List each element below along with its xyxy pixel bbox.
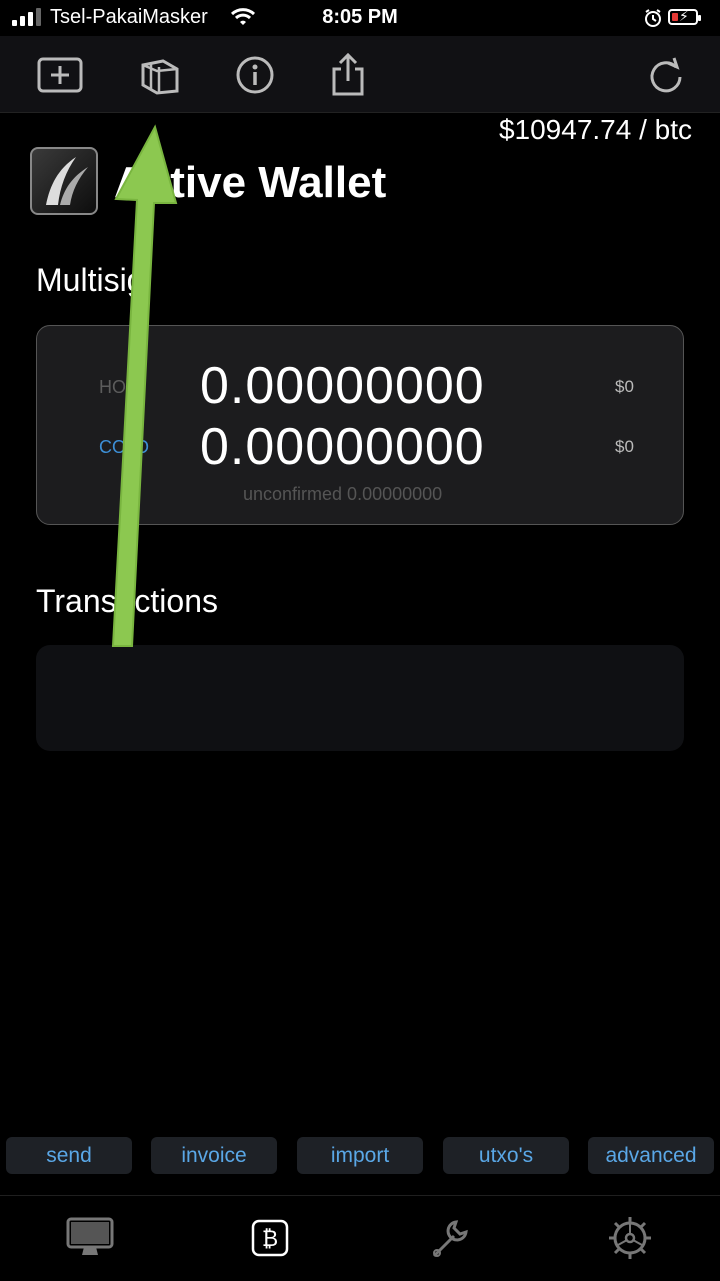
top-toolbar bbox=[0, 36, 720, 113]
battery-icon: ⚡ bbox=[668, 8, 701, 25]
wrench-icon[interactable] bbox=[420, 1208, 480, 1268]
tab-bar: ₿ bbox=[0, 1195, 720, 1281]
wallets-icon[interactable] bbox=[137, 52, 183, 98]
send-button[interactable]: send bbox=[6, 1137, 132, 1174]
settings-gear-icon[interactable] bbox=[600, 1208, 660, 1268]
hot-amount: 0.00000000 bbox=[200, 357, 485, 415]
hot-fiat: $0 bbox=[615, 377, 634, 396]
balance-card: HOT 0.00000000 $0 COLD 0.00000000 $0 unc… bbox=[36, 325, 684, 525]
transactions-title: Transactions bbox=[36, 583, 218, 619]
wallet-title: Active Wallet bbox=[114, 158, 387, 207]
cold-fiat: $0 bbox=[615, 437, 634, 456]
info-icon[interactable] bbox=[232, 52, 278, 98]
bitcoin-icon[interactable]: ₿ bbox=[240, 1208, 300, 1268]
import-button[interactable]: import bbox=[297, 1137, 423, 1174]
action-bar: send invoice import utxo's advanced bbox=[0, 1137, 720, 1175]
transactions-list[interactable] bbox=[36, 645, 684, 751]
cold-label[interactable]: COLD bbox=[99, 437, 149, 458]
hot-label[interactable]: HOT bbox=[99, 377, 137, 398]
monitor-icon[interactable] bbox=[60, 1208, 120, 1268]
share-icon[interactable] bbox=[325, 52, 371, 98]
alarm-icon bbox=[645, 9, 661, 27]
advanced-button[interactable]: advanced bbox=[588, 1137, 714, 1174]
add-icon[interactable] bbox=[37, 52, 83, 98]
utxos-button[interactable]: utxo's bbox=[443, 1137, 569, 1174]
status-time: 8:05 PM bbox=[322, 6, 398, 28]
status-bar: Tsel-PakaiMasker 8:05 PM ⚡ bbox=[0, 0, 720, 36]
invoice-button[interactable]: invoice bbox=[151, 1137, 277, 1174]
unconfirmed-balance: unconfirmed 0.00000000 bbox=[243, 484, 443, 504]
wallet-logo bbox=[30, 147, 98, 215]
wallet-type-label: Multisig bbox=[36, 262, 145, 298]
svg-text:₿: ₿ bbox=[262, 1227, 278, 1252]
btc-price: $10947.74 / btc bbox=[498, 114, 692, 145]
cold-amount: 0.00000000 bbox=[200, 418, 485, 476]
refresh-icon[interactable] bbox=[643, 52, 689, 98]
